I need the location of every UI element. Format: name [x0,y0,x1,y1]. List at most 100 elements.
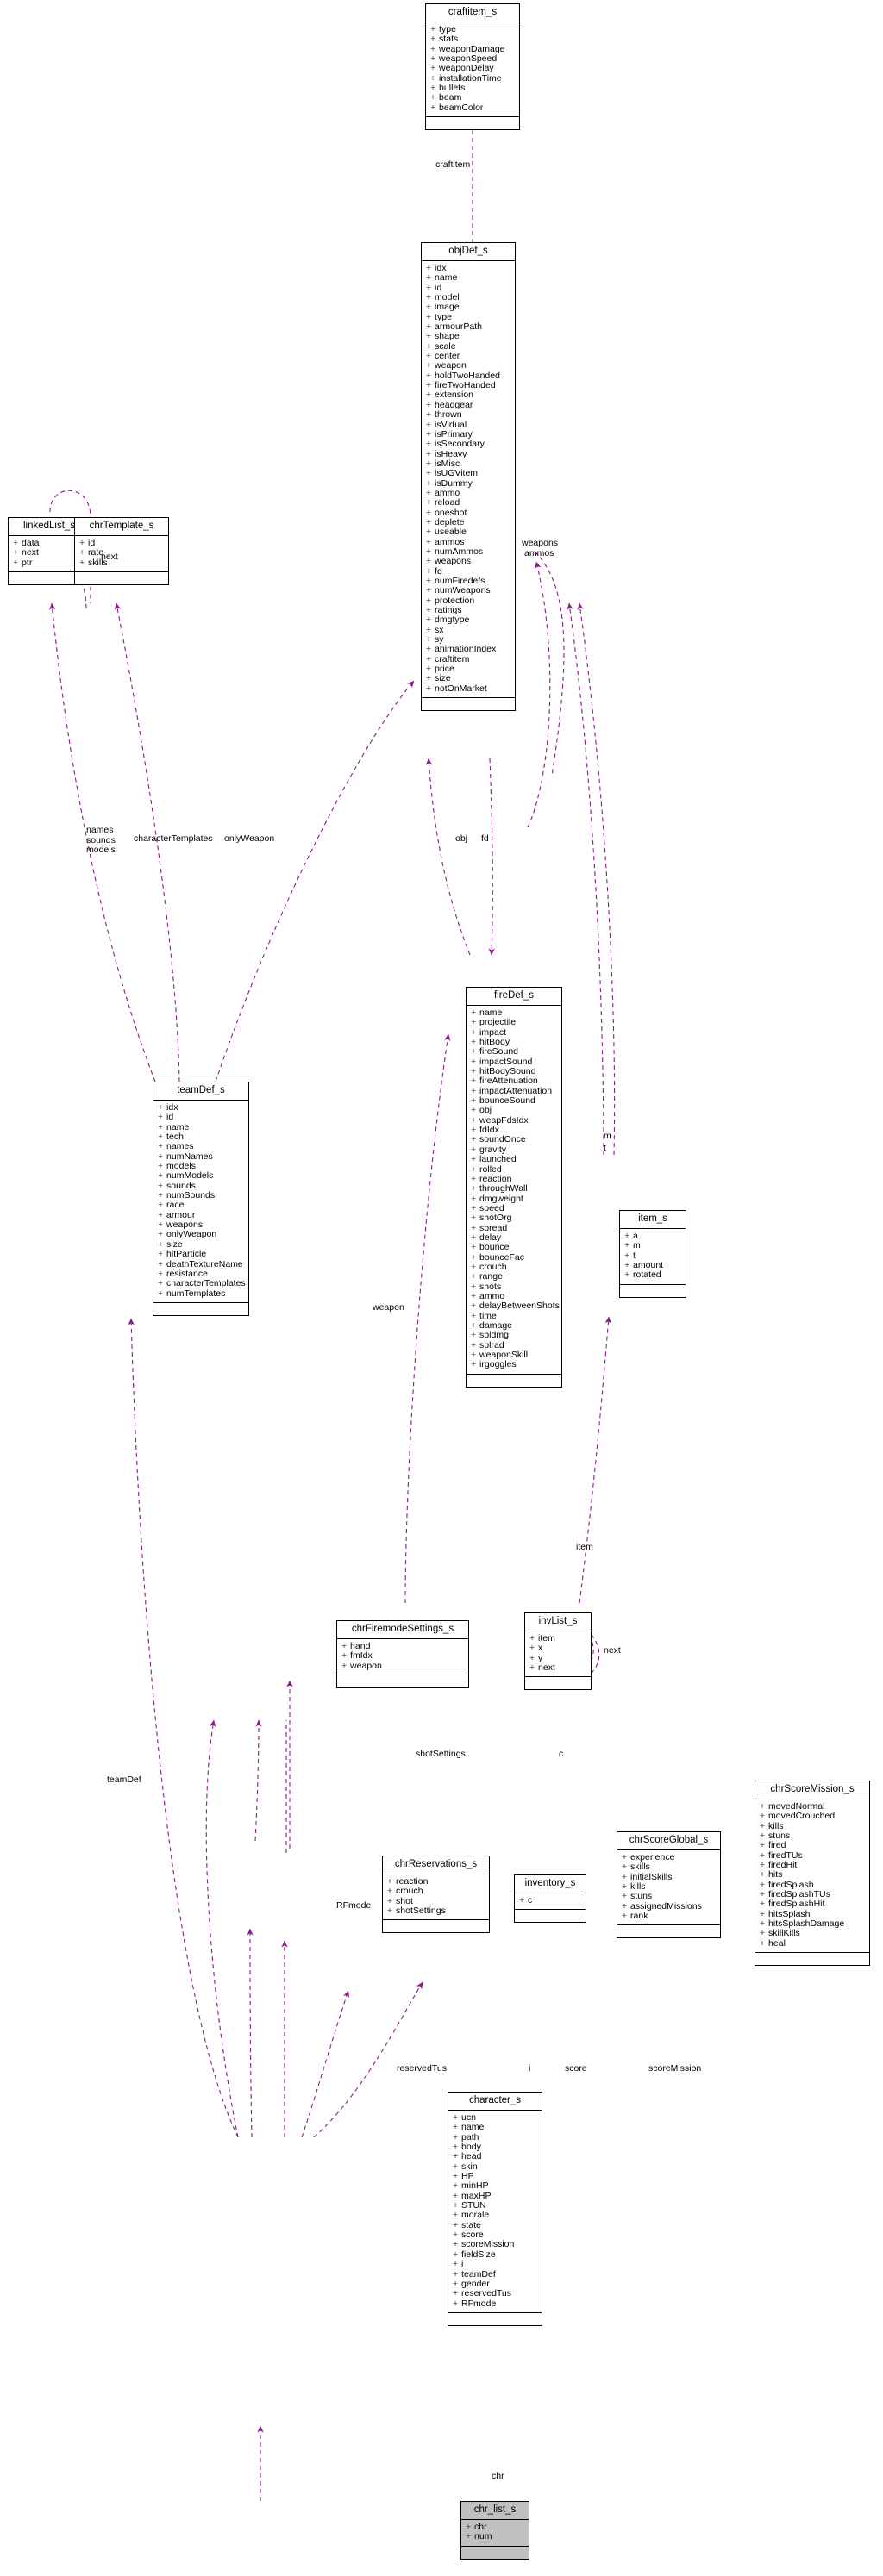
class-attribute-label: impact [477,1026,506,1038]
class-attribute-label: ammo [477,1290,505,1301]
visibility-public-icon: + [426,468,432,479]
visibility-public-icon: + [158,1102,164,1113]
class-attribute-label: stuns [766,1831,791,1842]
visibility-public-icon: + [158,1151,164,1162]
visibility-public-icon: + [426,439,432,450]
class-attribute-label: image [432,302,460,313]
visibility-public-icon: + [426,370,432,381]
class-attribute-label: fdIdx [477,1125,499,1136]
class-attribute-label: ucn [459,2112,476,2123]
class-attribute-label: i [459,2259,464,2270]
visibility-public-icon: + [622,1881,628,1893]
visibility-public-icon: + [471,1095,477,1107]
class-attribute-label: price [432,664,454,675]
class-title: invList_s [525,1613,591,1631]
visibility-public-icon: + [387,1905,393,1917]
class-attribute-label: sx [432,624,444,635]
class-methods [153,1303,248,1315]
class-attribute-label: hitsSplash [766,1908,811,1919]
visibility-public-icon: + [426,546,432,557]
class-attribute-label: STUN [459,2200,486,2211]
class-node-item_s[interactable]: item_s + a + m + t + amount + rotated [619,1210,686,1298]
visibility-public-icon: + [471,1085,477,1096]
visibility-public-icon: + [158,1209,164,1220]
class-attribute-label: data [19,538,40,548]
edge-label-craftitem: craftitem [435,159,471,170]
class-attribute-label: amount [630,1260,664,1271]
visibility-public-icon: + [471,1125,477,1136]
class-attribute-label: name [459,2122,485,2133]
visibility-public-icon: + [453,2180,459,2192]
edge-label-obj: obj [455,833,468,844]
visibility-public-icon: + [471,1213,477,1224]
visibility-public-icon: + [426,576,432,586]
class-attribute-label: weaponSkill [477,1350,529,1361]
class-attribute-label: skin [459,2161,478,2172]
class-attribute-label: fireAttenuation [477,1076,538,1087]
visibility-public-icon: + [529,1662,535,1674]
class-methods [426,117,519,129]
visibility-public-icon: + [430,43,436,54]
class-attribute-label: fieldSize [459,2249,496,2260]
visibility-public-icon: + [466,2531,472,2542]
class-node-teamDef_s[interactable]: teamDef_s + idx + id + name + tech + names + … [153,1082,249,1316]
class-attribute-label: firedSplashTUs [766,1889,830,1900]
visibility-public-icon: + [760,1801,766,1812]
class-attribute-label: extension [432,390,474,401]
class-attribute-label: range [477,1271,503,1282]
class-node-chrReservations_s[interactable]: chrReservations_s + reaction + crouch + sh… [382,1856,490,1934]
class-attribute-label: useable [432,527,467,538]
visibility-public-icon: + [529,1633,535,1644]
class-attribute-label: dmgweight [477,1193,523,1204]
visibility-public-icon: + [471,1076,477,1087]
visibility-public-icon: + [453,2230,459,2241]
edge-label-names-sounds-models: names sounds models [86,825,116,855]
visibility-public-icon: + [13,538,19,548]
visibility-public-icon: + [453,2298,459,2309]
class-node-chrFiremodeSettings_s[interactable]: chrFiremodeSettings_s + hand + fmIdx + wea… [336,1620,469,1689]
visibility-public-icon: + [760,1860,766,1871]
class-methods [515,1910,586,1922]
visibility-public-icon: + [158,1180,164,1191]
visibility-public-icon: + [760,1879,766,1890]
class-node-craftitem_s[interactable]: craftitem_s + type + stats + weaponDamage +… [425,3,520,131]
edge-label-fd: fd [481,833,489,844]
class-attribute-label: hitParticle [164,1249,207,1260]
visibility-public-icon: + [622,1871,628,1882]
class-node-inventory_s[interactable]: inventory_s + c [514,1874,586,1924]
class-title: chrTemplate_s [75,518,168,536]
class-node-invList_s[interactable]: invList_s + item + x + y + next [524,1612,592,1691]
visibility-public-icon: + [426,644,432,655]
class-attribute-label: state [459,2219,481,2230]
visibility-public-icon: + [426,311,432,322]
visibility-public-icon: + [453,2112,459,2123]
class-methods [337,1675,468,1687]
visibility-public-icon: + [453,2249,459,2260]
class-methods [383,1920,489,1932]
visibility-public-icon: + [426,458,432,469]
visibility-public-icon: + [760,1928,766,1939]
class-node-chr_list_s[interactable]: chr_list_s + chr + num [460,2501,529,2560]
class-node-chrScoreMission_s[interactable]: chrScoreMission_s + movedNormal + movedCr… [755,1781,870,1967]
visibility-public-icon: + [79,557,85,568]
visibility-public-icon: + [387,1886,393,1897]
edge-label-next-invlist: next [604,1645,621,1656]
class-node-fireDef_s[interactable]: fireDef_s + name + projectile + impact + hi… [466,987,562,1388]
class-attribute-label: chr [472,2522,487,2532]
class-node-character_s[interactable]: character_s + ucn + name + path + body + hea… [448,2092,542,2326]
visibility-public-icon: + [471,1037,477,1048]
visibility-public-icon: + [624,1269,630,1281]
class-node-chrTemplate_s[interactable]: chrTemplate_s + id + rate + skills [74,517,169,586]
visibility-public-icon: + [426,263,432,273]
class-attribute-label: deplete [432,516,465,527]
visibility-public-icon: + [471,1350,477,1361]
class-methods [422,698,515,710]
visibility-public-icon: + [453,2161,459,2172]
class-node-chrScoreGlobal_s[interactable]: chrScoreGlobal_s + experience + skills + i… [617,1831,721,1939]
class-attribute-label: isHeavy [432,448,467,459]
class-attribute-label: m [630,1240,641,1251]
class-attribute-label: id [432,282,442,293]
class-attribute-label: x [535,1643,543,1654]
class-node-objDef_s[interactable]: objDef_s + idx + name + id + model + image + … [421,242,516,712]
visibility-public-icon: + [158,1132,164,1143]
